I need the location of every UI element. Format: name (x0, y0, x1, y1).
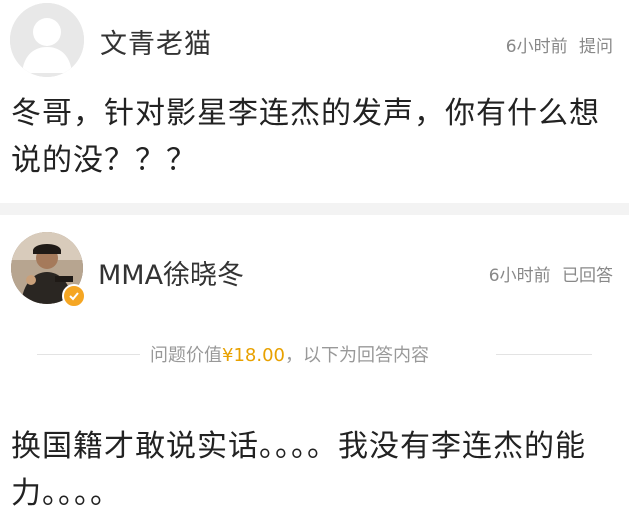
answerer-name[interactable]: MMA徐晓冬 (98, 253, 244, 292)
answer-text: 换国籍才敢说实话。。。。我没有李连杰的能力。。。。 (11, 429, 586, 511)
verified-badge-icon (69, 292, 79, 301)
price-divider-left (37, 354, 140, 355)
question-text: 冬哥，针对影星李连杰的发声，你有什么想说的没？？？ (11, 96, 600, 178)
answer-status: 已回答 (562, 266, 613, 286)
question-action: 提问 (579, 37, 613, 57)
price-suffix: ，以下为回答内容 (284, 345, 429, 366)
asker-avatar[interactable] (10, 3, 84, 77)
answer-card: MMA徐晓冬 6小时前 已回答 问题价值¥18.00，以下为回答内容 换国籍才敢… (0, 215, 629, 529)
price-row: 问题价值¥18.00，以下为回答内容 (0, 341, 629, 367)
question-card: 文青老猫 6小时前 提问 冬哥，针对影星李连杰的发声，你有什么想说的没？？？ (0, 0, 629, 203)
default-user-icon (10, 3, 84, 77)
price-prefix: 问题价值 (150, 345, 222, 366)
verified-badge (62, 284, 86, 308)
price-divider-right (496, 354, 592, 355)
answer-time: 6小时前 (488, 266, 551, 286)
asker-name[interactable]: 文青老猫 (100, 22, 212, 61)
price-text: 问题价值¥18.00，以下为回答内容 (150, 341, 429, 367)
price-amount: ¥18.00 (222, 345, 285, 366)
question-time: 6小时前 (505, 37, 568, 57)
question-meta: 6小时前 提问 (506, 32, 613, 57)
section-divider (0, 203, 629, 215)
answer-meta: 6小时前 已回答 (489, 261, 613, 286)
